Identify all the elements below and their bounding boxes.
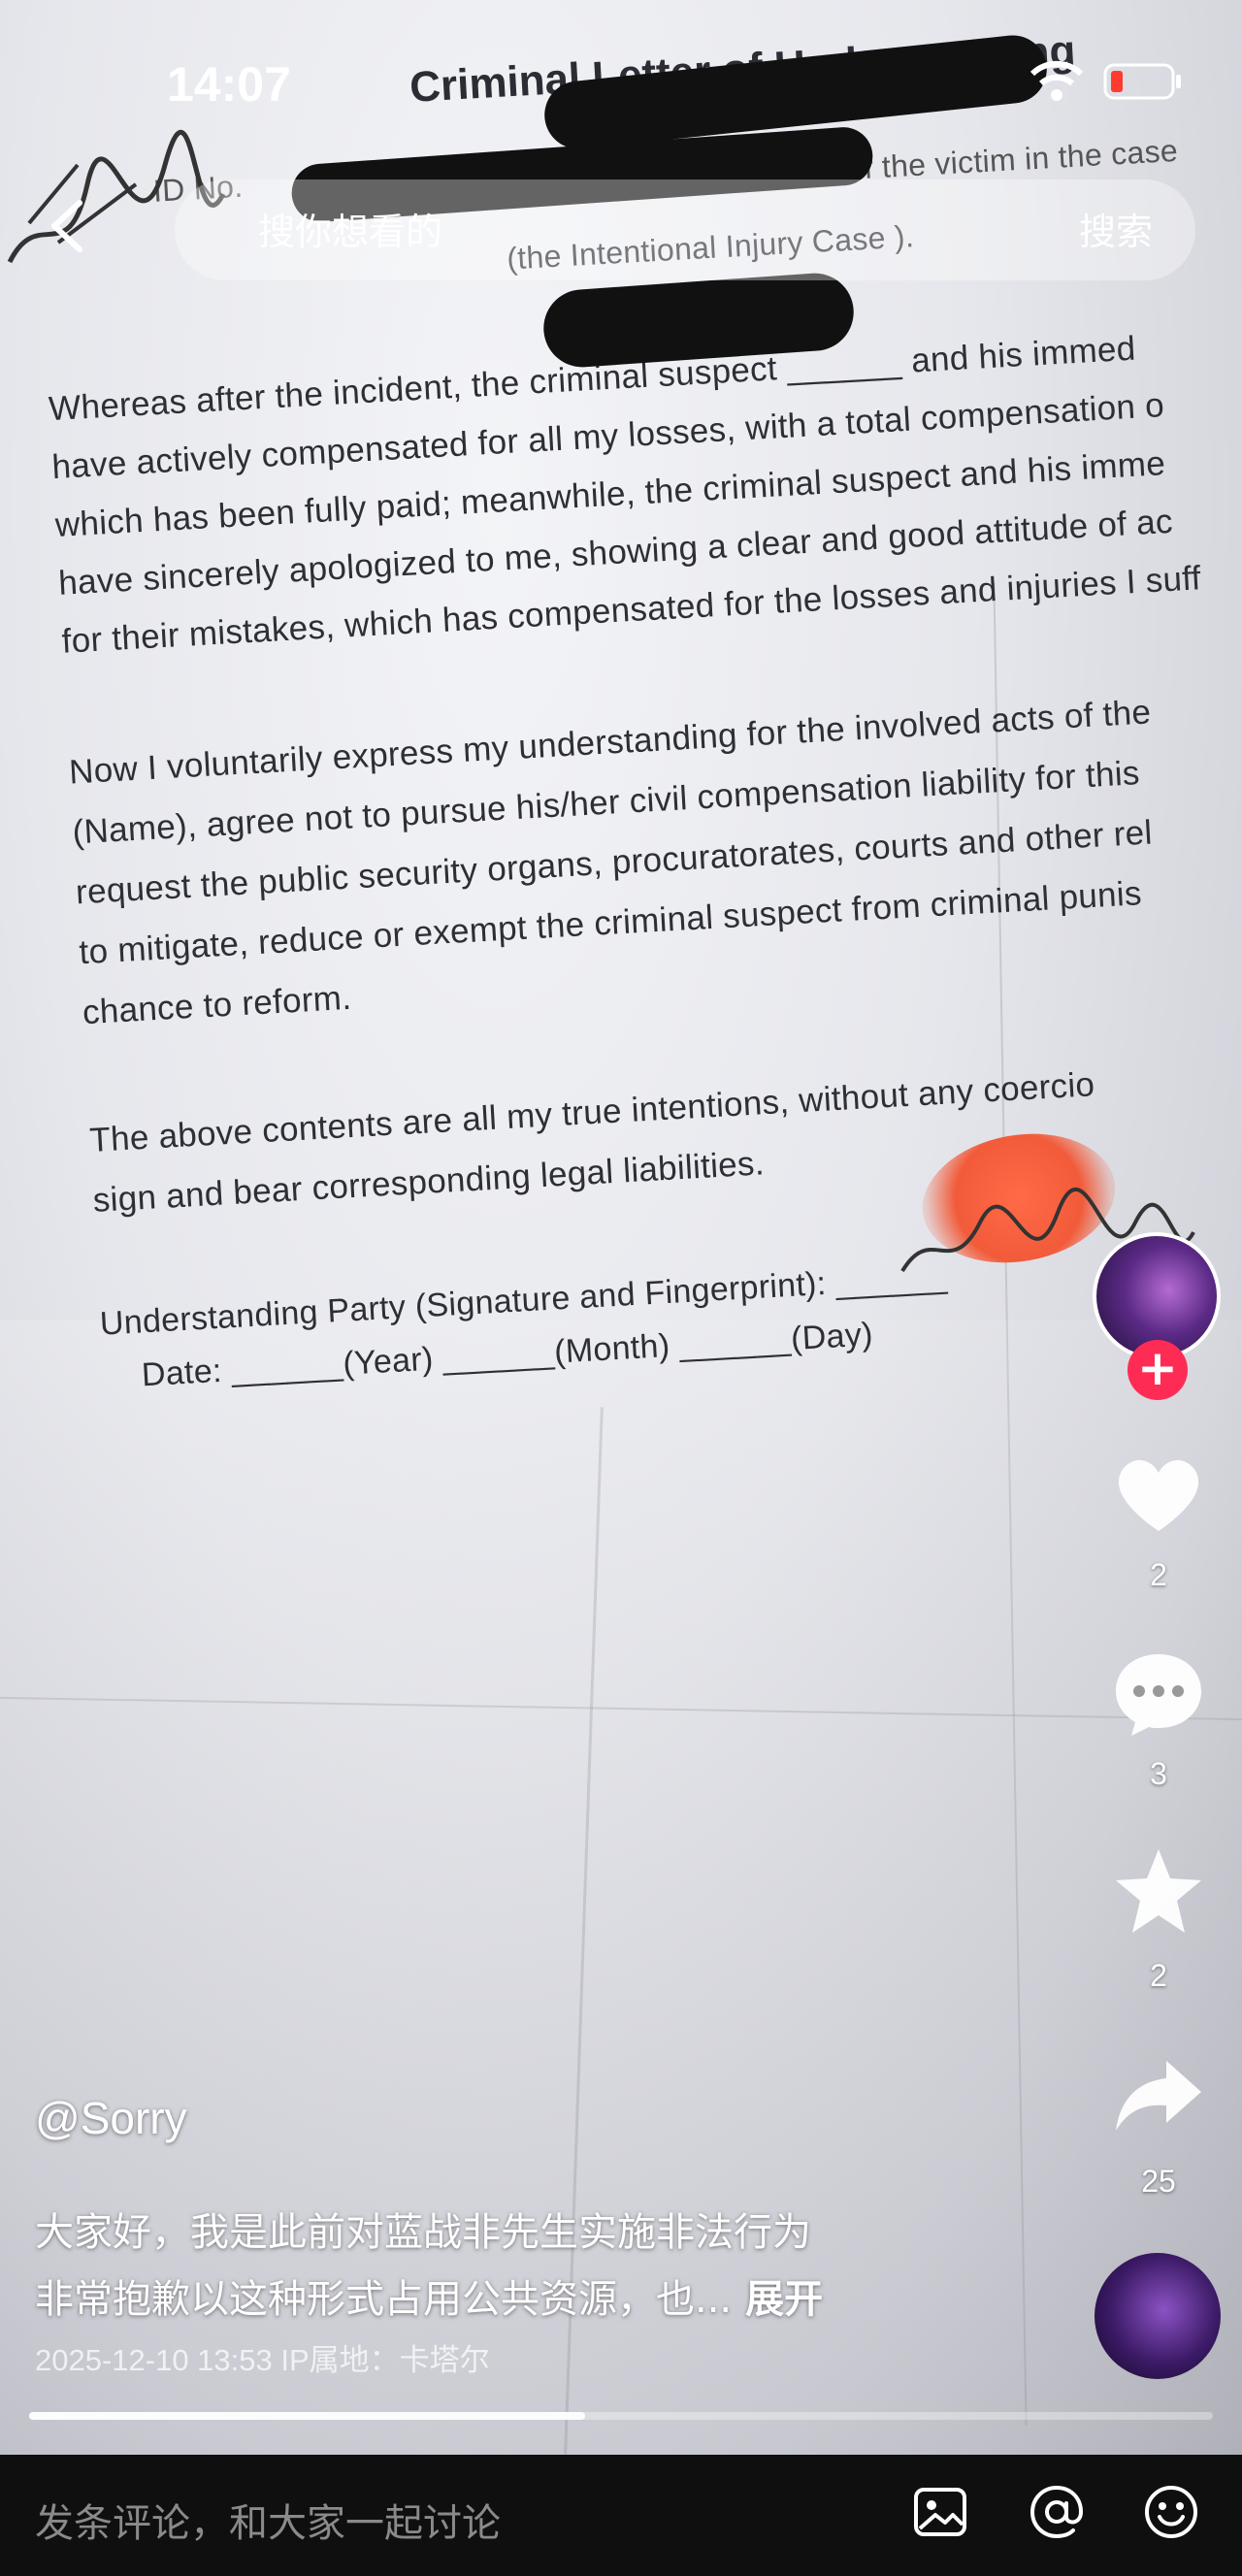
status-time: 14:07: [167, 57, 291, 112]
image-icon[interactable]: [910, 2482, 970, 2542]
expand-button[interactable]: 展开: [745, 2277, 823, 2322]
author-name[interactable]: @Sorry: [35, 2092, 187, 2144]
video-screen[interactable]: Criminal Letter of Understanding ID No. …: [0, 0, 1242, 2576]
video-progress-fill: [29, 2412, 586, 2420]
video-progress-bar[interactable]: [29, 2412, 1213, 2420]
caption-text: 非常抱歉以这种形式占用公共资源，也...: [35, 2277, 733, 2322]
comment-bar: 发条评论，和大家一起讨论: [0, 2455, 1242, 2576]
favorite-count: 2: [1150, 1958, 1167, 1993]
heart-icon[interactable]: [1110, 1446, 1207, 1543]
post-meta: 2025-12-10 13:53 IP属地：卡塔尔: [35, 2343, 490, 2377]
status-icons: [1029, 60, 1184, 103]
document-photo[interactable]: Criminal Letter of Understanding ID No. …: [0, 0, 1242, 2455]
back-icon[interactable]: [45, 199, 89, 253]
battery-icon: [1103, 63, 1181, 100]
music-disc[interactable]: [1095, 2253, 1221, 2379]
caption-line: 非常抱歉以这种形式占用公共资源，也... 展开: [35, 2267, 823, 2324]
caption-line: 大家好，我是此前对蓝战非先生实施非法行为: [35, 2210, 811, 2255]
follow-button[interactable]: +: [1128, 1340, 1188, 1400]
emoji-icon[interactable]: [1141, 2482, 1201, 2542]
like-count: 2: [1150, 1557, 1167, 1592]
wifi-icon: [1030, 60, 1084, 101]
star-icon[interactable]: [1110, 1843, 1207, 1940]
search-input[interactable]: 搜你想看的: [258, 202, 442, 255]
search-button[interactable]: 搜索: [1079, 202, 1153, 255]
share-icon[interactable]: [1110, 2047, 1207, 2144]
share-count: 25: [1141, 2164, 1176, 2199]
comment-count: 3: [1150, 1756, 1167, 1791]
comment-input[interactable]: 发条评论，和大家一起讨论: [35, 2492, 501, 2548]
at-icon[interactable]: [1027, 2482, 1087, 2542]
comment-icon[interactable]: [1110, 1645, 1207, 1742]
